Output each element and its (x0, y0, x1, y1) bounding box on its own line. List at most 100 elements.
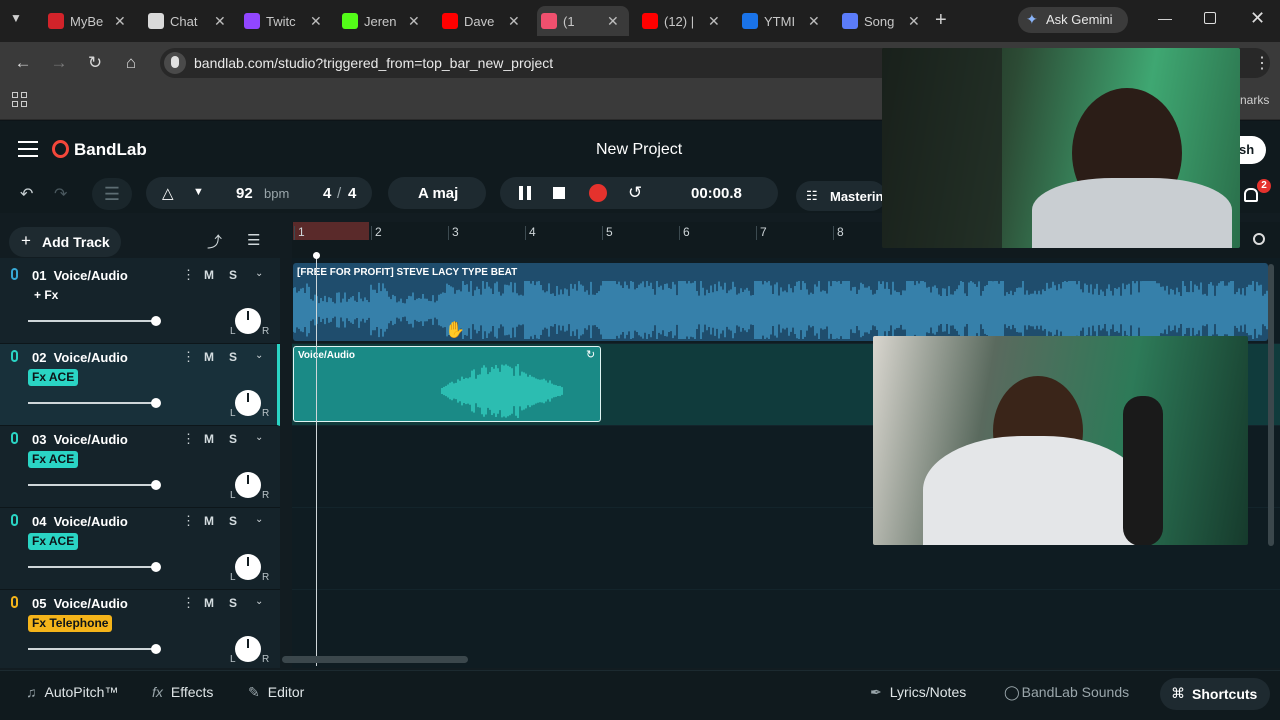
track-menu-icon[interactable]: ⋮ (182, 267, 195, 283)
solo-button[interactable]: S (225, 514, 241, 528)
volume-slider-handle[interactable] (151, 562, 161, 572)
tab-close-icon[interactable]: ✕ (310, 13, 322, 30)
solo-button[interactable]: S (225, 596, 241, 610)
tab-search-icon[interactable]: ▼ (10, 11, 22, 25)
browser-tab[interactable]: YTMI ✕ (738, 6, 830, 36)
pan-knob[interactable] (235, 554, 261, 580)
beat-audio-clip[interactable]: [FREE FOR PROFIT] STEVE LACY TYPE BEAT (293, 263, 1268, 341)
browser-tab[interactable]: (1 ✕ (537, 6, 629, 36)
horizontal-scrollbar[interactable] (282, 656, 468, 663)
clip-loop-icon[interactable]: ↻ (586, 348, 595, 361)
tab-close-icon[interactable]: ✕ (908, 13, 920, 30)
lyrics-notes-button[interactable]: ✒ Lyrics/Notes (870, 684, 966, 701)
track-fx-badge[interactable]: Fx Telephone (28, 615, 113, 632)
tab-close-icon[interactable]: ✕ (607, 13, 619, 30)
chevron-down-icon[interactable]: ⌄ (255, 268, 263, 279)
time-signature-numerator[interactable]: 4 (323, 185, 331, 202)
project-title[interactable]: New Project (596, 141, 682, 159)
metronome-icon[interactable]: △ (162, 184, 174, 202)
track-name[interactable]: 03 Voice/Audio (32, 432, 128, 447)
hamburger-menu-icon[interactable] (18, 141, 38, 157)
pan-knob[interactable] (235, 390, 261, 416)
bandlab-sounds-button[interactable]: ◯ BandLab Sounds (1004, 684, 1129, 701)
track-name[interactable]: 02 Voice/Audio (32, 350, 128, 365)
track-fx-badge[interactable]: Fx ACE (28, 533, 79, 550)
undo-icon[interactable]: ↶ (20, 184, 33, 204)
browser-tab[interactable]: (12) | ✕ (638, 6, 730, 36)
effects-button[interactable]: fx Effects (152, 684, 213, 700)
zoom-icon[interactable] (1253, 233, 1265, 245)
bandlab-logo-text[interactable]: BandLab (74, 140, 147, 160)
tab-close-icon[interactable]: ✕ (114, 13, 126, 30)
pan-knob[interactable] (235, 472, 261, 498)
browser-tab[interactable]: Twitc ✕ (240, 6, 332, 36)
volume-slider[interactable] (28, 320, 156, 322)
pause-button[interactable] (519, 186, 531, 200)
track-menu-icon[interactable]: ⋮ (182, 431, 195, 447)
restore-button[interactable] (1204, 12, 1216, 24)
close-window-button[interactable]: ✕ (1250, 8, 1265, 29)
volume-slider[interactable] (28, 648, 156, 650)
track-menu-icon[interactable]: ⋮ (182, 349, 195, 365)
vocal-audio-clip[interactable]: Voice/Audio ↻ (293, 346, 601, 422)
autopitch-button[interactable]: ♫ AutoPitch™ (26, 684, 118, 700)
tab-close-icon[interactable]: ✕ (508, 13, 520, 30)
pan-knob[interactable] (235, 636, 261, 662)
track-name[interactable]: 01 Voice/Audio (32, 268, 128, 283)
mute-button[interactable]: M (201, 596, 217, 610)
tempo-value[interactable]: 92 (236, 185, 253, 202)
track-tools-icon[interactable]: ☰ (247, 231, 260, 249)
tab-close-icon[interactable]: ✕ (214, 13, 226, 30)
apps-grid-icon[interactable] (12, 92, 28, 108)
all-bookmarks-label[interactable]: narks (1240, 93, 1269, 107)
instruments-icon[interactable]: ☰ (92, 178, 132, 210)
solo-button[interactable]: S (225, 350, 241, 364)
mute-button[interactable]: M (201, 514, 217, 528)
vertical-scrollbar[interactable] (1268, 264, 1274, 546)
shortcuts-button[interactable]: ⌘ Shortcuts (1160, 678, 1270, 710)
volume-slider[interactable] (28, 402, 156, 404)
loop-icon[interactable]: ↺ (628, 183, 642, 203)
track-menu-icon[interactable]: ⋮ (182, 513, 195, 529)
track-menu-icon[interactable]: ⋮ (182, 595, 195, 611)
tab-close-icon[interactable]: ✕ (708, 13, 720, 30)
redo-icon[interactable]: ↷ (54, 184, 67, 204)
tab-close-icon[interactable]: ✕ (408, 13, 420, 30)
chevron-down-icon[interactable]: ⌄ (255, 350, 263, 361)
home-icon[interactable]: ⌂ (120, 52, 142, 74)
mute-button[interactable]: M (201, 350, 217, 364)
volume-slider-handle[interactable] (151, 644, 161, 654)
browser-tab[interactable]: MyBe ✕ (44, 6, 136, 36)
mute-button[interactable]: M (201, 432, 217, 446)
track-name[interactable]: 04 Voice/Audio (32, 514, 128, 529)
browser-tab[interactable]: Dave ✕ (438, 6, 530, 36)
record-button[interactable] (589, 184, 607, 202)
automation-icon[interactable]: ⤴ (207, 231, 222, 252)
solo-button[interactable]: S (225, 268, 241, 282)
browser-menu-icon[interactable]: ⋮ (1254, 53, 1270, 73)
chevron-down-icon[interactable]: ⌄ (255, 514, 263, 525)
stop-button[interactable] (553, 187, 565, 199)
back-icon[interactable]: ← (12, 52, 34, 74)
track-fx-badge[interactable]: Fx ACE (28, 369, 79, 386)
chevron-down-icon[interactable]: ⌄ (255, 432, 263, 443)
add-track-button[interactable]: + Add Track (9, 227, 121, 257)
metronome-dropdown-icon[interactable]: ▼ (193, 186, 204, 198)
browser-tab[interactable]: Song ✕ (838, 6, 930, 36)
editor-button[interactable]: ✎ Editor (248, 684, 304, 701)
volume-slider-handle[interactable] (151, 316, 161, 326)
chevron-down-icon[interactable]: ⌄ (255, 596, 263, 607)
track-name[interactable]: 05 Voice/Audio (32, 596, 128, 611)
notification-bell-icon[interactable] (1244, 188, 1258, 202)
playhead[interactable] (316, 254, 317, 666)
track-fx-badge[interactable]: Fx ACE (28, 451, 79, 468)
playhead-handle[interactable] (313, 252, 320, 259)
solo-button[interactable]: S (225, 432, 241, 446)
browser-tab[interactable]: Jeren ✕ (338, 6, 430, 36)
time-signature-denominator[interactable]: 4 (348, 185, 356, 202)
volume-slider-handle[interactable] (151, 398, 161, 408)
volume-slider-handle[interactable] (151, 480, 161, 490)
volume-slider[interactable] (28, 484, 156, 486)
new-tab-button[interactable]: + (935, 9, 947, 32)
ask-gemini-button[interactable]: ✦ Ask Gemini (1018, 7, 1128, 33)
